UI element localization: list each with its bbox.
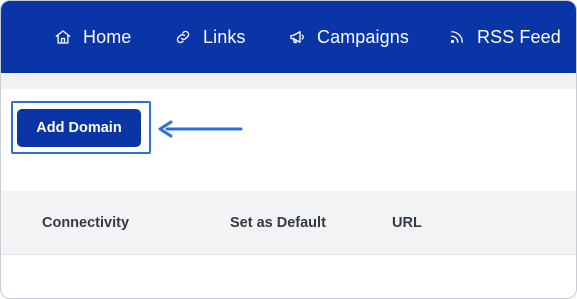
column-header-set-as-default[interactable]: Set as Default: [230, 191, 326, 255]
nav-item-campaigns[interactable]: Campaigns: [287, 1, 409, 73]
pointer-arrow-icon: [158, 120, 243, 138]
table-header: Connectivity Set as Default URL: [1, 191, 576, 255]
add-domain-button[interactable]: Add Domain: [17, 109, 141, 147]
nav-item-label: Links: [203, 26, 246, 47]
nav-item-label: RSS Feed: [477, 26, 561, 47]
nav-item-label: Campaigns: [317, 26, 409, 47]
rss-icon: [447, 27, 467, 47]
nav-item-label: Home: [83, 26, 132, 47]
link-icon: [173, 27, 193, 47]
top-navigation: Home Links Campaigns RSS Feed: [1, 1, 576, 73]
home-icon: [53, 27, 73, 47]
column-header-url[interactable]: URL: [392, 191, 422, 255]
column-header-connectivity[interactable]: Connectivity: [42, 191, 129, 255]
megaphone-icon: [287, 27, 307, 47]
nav-item-links[interactable]: Links: [173, 1, 246, 73]
nav-item-rss-feed[interactable]: RSS Feed: [447, 1, 561, 73]
app-window: Home Links Campaigns RSS Feed Add Domain: [0, 0, 577, 299]
nav-item-home[interactable]: Home: [53, 1, 131, 73]
subheader-band: [1, 73, 576, 89]
